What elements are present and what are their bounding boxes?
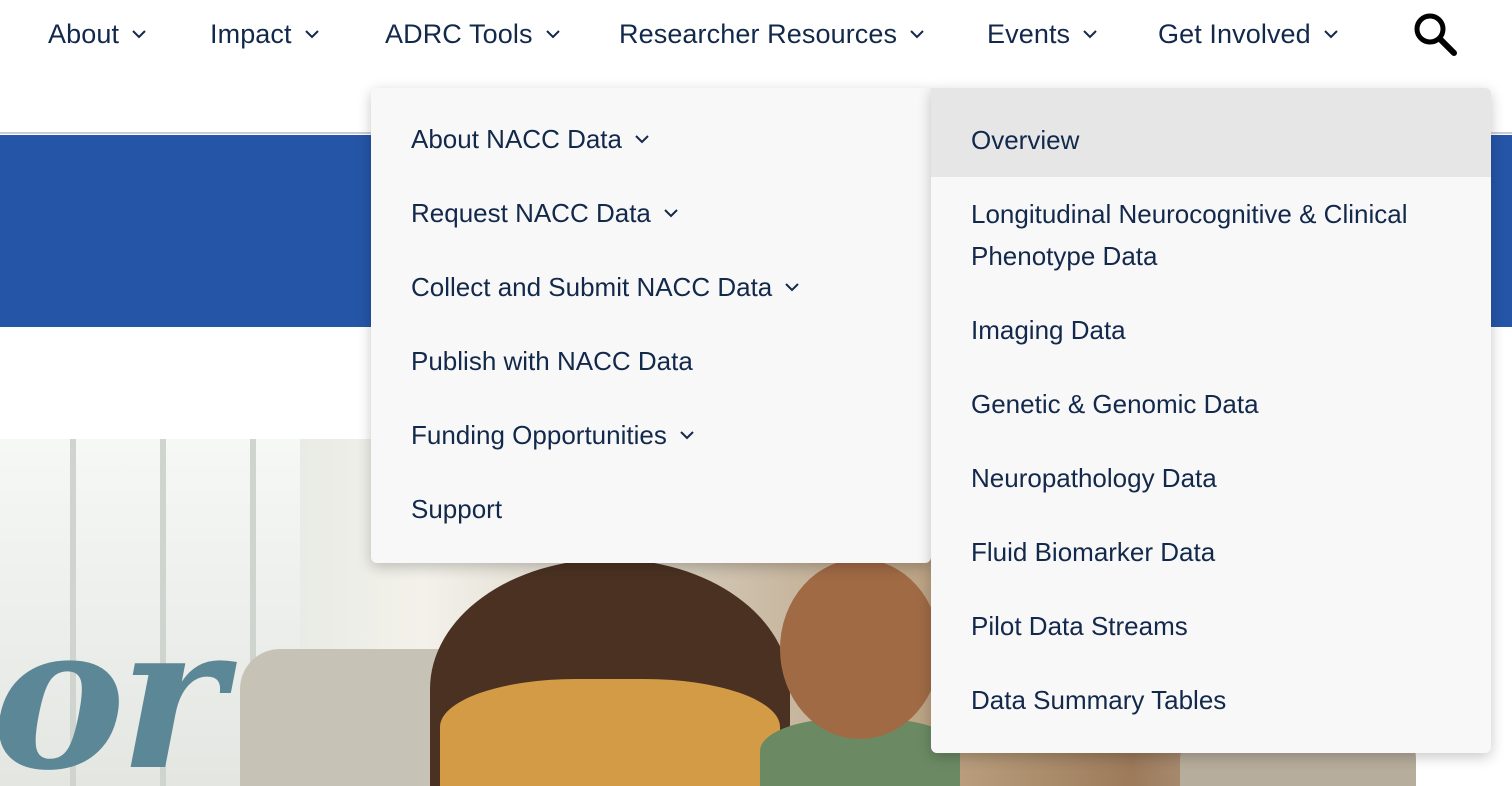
menu-item-label: Funding Opportunities [411, 419, 667, 450]
hero-headline-fragment: or [0, 580, 225, 786]
menu-item-label: About NACC Data [411, 123, 622, 154]
submenu-item-fluid-biomarker-data[interactable]: Fluid Biomarker Data [971, 531, 1461, 573]
chevron-down-icon [909, 26, 925, 42]
menu-item-support[interactable]: Support [411, 488, 502, 530]
chevron-down-icon [304, 26, 320, 42]
menu-item-collect-submit-nacc-data[interactable]: Collect and Submit NACC Data [411, 266, 800, 308]
nav-item-label: Researcher Resources [619, 18, 898, 49]
menu-item-label: Publish with NACC Data [411, 345, 693, 376]
nav-item-get-involved[interactable]: Get Involved [1158, 12, 1339, 56]
search-icon [1414, 13, 1457, 56]
submenu-item-pilot-data-streams[interactable]: Pilot Data Streams [971, 605, 1461, 647]
submenu-item-imaging-data[interactable]: Imaging Data [971, 309, 1461, 351]
nav-item-adrc-tools[interactable]: ADRC Tools [385, 12, 561, 56]
menu-item-label: Request NACC Data [411, 197, 651, 228]
menu-item-funding-opportunities[interactable]: Funding Opportunities [411, 414, 695, 456]
submenu-item-data-summary-tables[interactable]: Data Summary Tables [971, 679, 1461, 721]
submenu-item-neuropathology-data[interactable]: Neuropathology Data [971, 457, 1461, 499]
nav-item-about[interactable]: About [48, 12, 147, 56]
chevron-down-icon [1323, 26, 1339, 42]
chevron-down-icon [663, 205, 679, 221]
nav-item-label: ADRC Tools [385, 18, 533, 49]
menu-item-label: Support [411, 493, 503, 524]
nav-item-label: Impact [210, 18, 292, 49]
chevron-down-icon [634, 131, 650, 147]
hero-person-adult [780, 559, 940, 739]
nav-item-label: Events [987, 18, 1071, 49]
submenu-item-overview[interactable]: Overview [971, 119, 1461, 161]
chevron-down-icon [1082, 26, 1098, 42]
chevron-down-icon [679, 427, 695, 443]
researcher-resources-dropdown: About NACC Data Request NACC Data Collec… [371, 88, 931, 563]
menu-item-publish-with-nacc-data[interactable]: Publish with NACC Data [411, 340, 693, 382]
about-nacc-data-submenu: Overview Longitudinal Neurocognitive & C… [931, 88, 1491, 753]
nav-item-label: Get Involved [1158, 18, 1311, 49]
chevron-down-icon [784, 279, 800, 295]
submenu-item-genetic-genomic-data[interactable]: Genetic & Genomic Data [971, 383, 1461, 425]
menu-item-request-nacc-data[interactable]: Request NACC Data [411, 192, 679, 234]
nav-item-impact[interactable]: Impact [210, 12, 320, 56]
menu-item-about-nacc-data[interactable]: About NACC Data [411, 118, 650, 160]
submenu-item-longitudinal-data[interactable]: Longitudinal Neurocognitive & Clinical P… [971, 193, 1461, 277]
search-button[interactable] [1410, 10, 1460, 58]
chevron-down-icon [131, 26, 147, 42]
chevron-down-icon [545, 26, 561, 42]
nav-item-events[interactable]: Events [987, 12, 1098, 56]
nav-item-label: About [48, 18, 120, 49]
nav-item-researcher-resources[interactable]: Researcher Resources [619, 12, 925, 56]
menu-item-label: Collect and Submit NACC Data [411, 271, 773, 302]
